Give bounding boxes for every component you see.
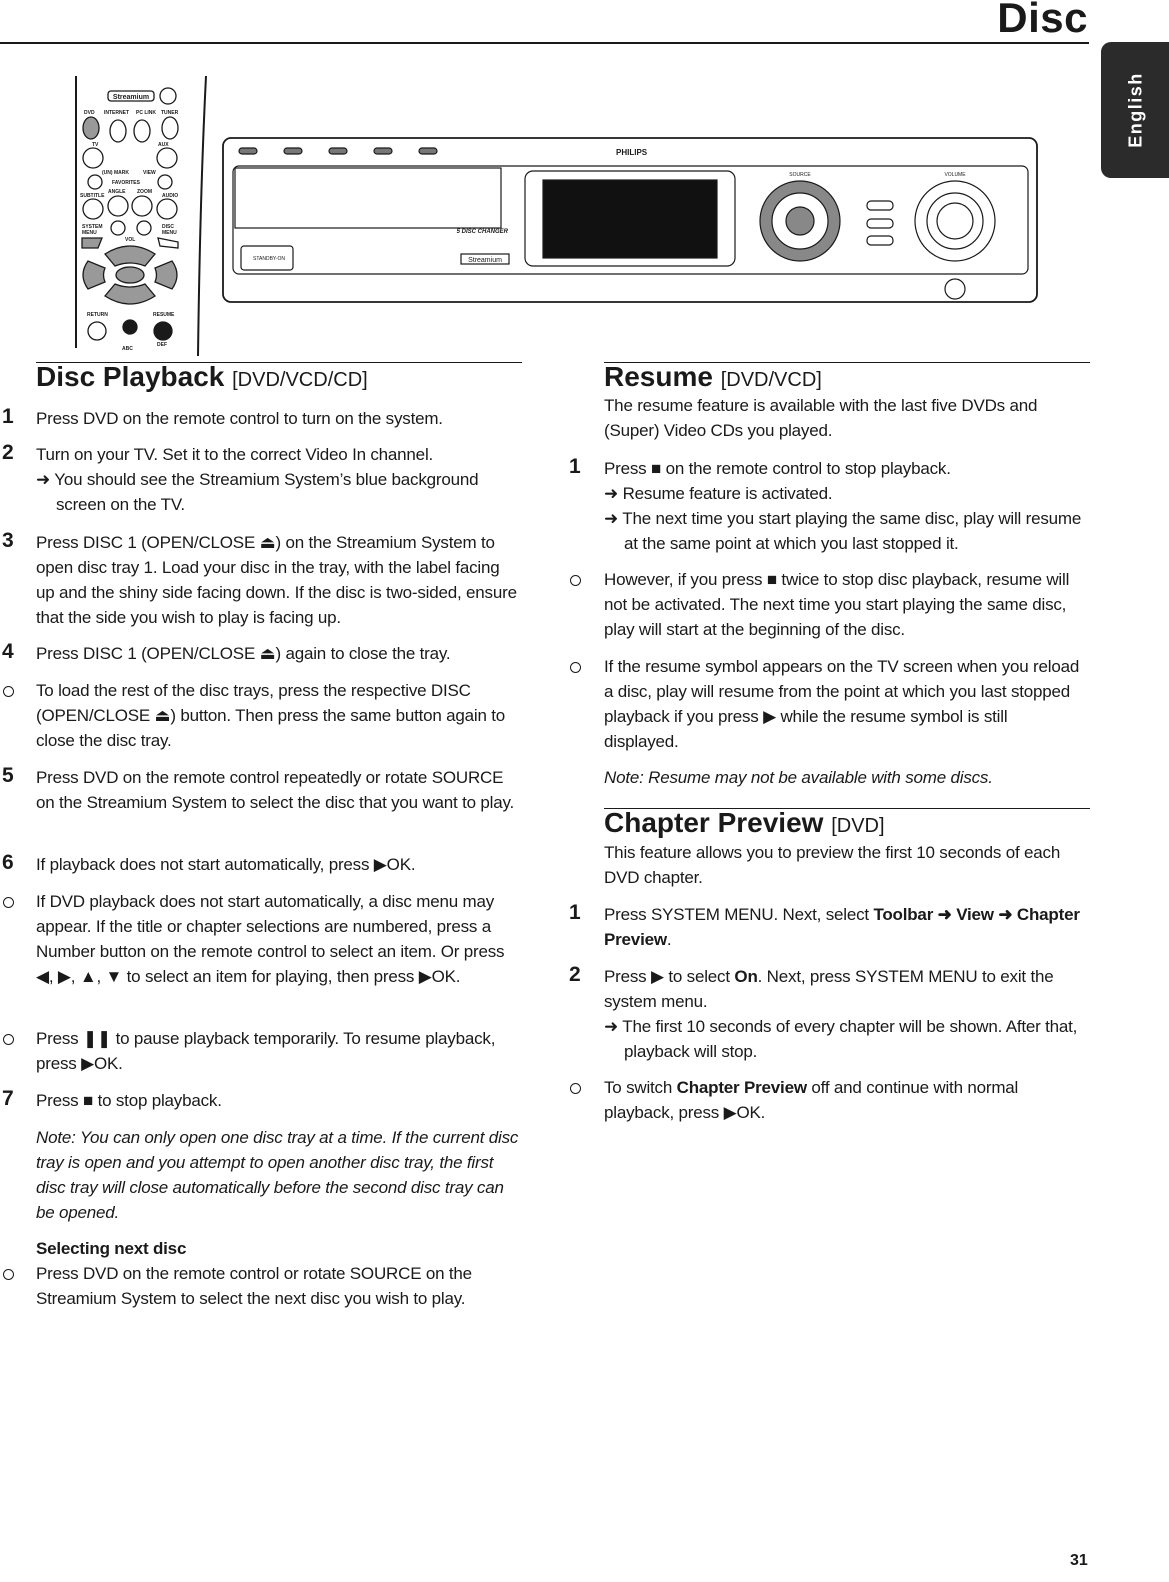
step-number: 7 [2,1087,14,1110]
step-4-text: Press DISC 1 (OPEN/CLOSE ⏏) again to clo… [36,644,451,663]
svg-text:(UN) MARK: (UN) MARK [102,170,129,176]
svg-text:MENU: MENU [82,230,97,236]
subheading: Selecting next disc [36,1239,187,1258]
page-title: Disc [997,0,1088,41]
svg-text:DVD: DVD [84,110,95,116]
step-text: Press ▶ to select [604,967,735,986]
step-number: 5 [2,764,14,787]
intro-text: The resume feature is available with the… [604,396,1038,440]
step-3-text: Press DISC 1 (OPEN/CLOSE ⏏) on the Strea… [36,533,517,627]
disc-playback-heading: Disc Playback [DVD/VCD/CD] [36,361,368,393]
step-number: 1 [569,901,581,924]
heading-text: Resume [604,361,713,392]
svg-text:SUBTITLE: SUBTITLE [80,193,105,199]
feature-name: Chapter Preview [676,1078,807,1097]
svg-text:Streamium: Streamium [113,94,149,101]
result-text: ➜ Resume feature is activated. [604,484,833,503]
svg-text:FAVORITES: FAVORITES [112,180,141,186]
svg-text:VIEW: VIEW [143,170,156,176]
step-text: Press SYSTEM MENU. Next, select [604,905,874,924]
svg-text:ABC: ABC [122,346,133,352]
svg-text:MENU: MENU [162,230,177,236]
step-number: 1 [569,455,581,478]
tip-text: To load the rest of the disc trays, pres… [36,681,506,750]
tip-text-part: To switch [604,1078,677,1097]
step-number: 4 [2,640,14,663]
step-6-text: If playback does not start automatically… [36,855,416,874]
tip-text: To switch Chapter Preview off and contin… [604,1075,1044,1125]
chapter-step-2: Press ▶ to select On. Next, press SYSTEM… [604,964,1084,1064]
heading-tag: [DVD] [831,815,885,837]
heading-text: Chapter Preview [604,807,824,838]
svg-text:PHILIPS: PHILIPS [616,148,648,157]
bullet-icon [3,686,14,697]
bullet-icon [3,1269,14,1280]
heading-tag: [DVD/VCD] [720,369,822,391]
svg-text:VOL: VOL [125,237,135,243]
chapter-preview-heading: Chapter Preview [DVD] [604,807,885,839]
svg-text:AUDIO: AUDIO [162,193,178,199]
result-text: ➜ The first 10 seconds of every chapter … [604,1017,1078,1061]
remote-control-illustration: Streamium DVD INTERNET PC LINK TUNER TV AUX (U… [75,76,207,356]
svg-text:PC LINK: PC LINK [136,110,156,116]
heading-tag: [DVD/VCD/CD] [232,369,368,391]
svg-text:RETURN: RETURN [87,312,108,318]
tip-text: Press ❚❚ to pause playback temporarily. … [36,1029,496,1073]
step-1-text: Press DVD on the remote control to turn … [36,409,443,428]
step-number: 1 [2,405,14,428]
language-tab: English [1101,42,1169,178]
step-number: 3 [2,529,14,552]
result-text: ➜ The next time you start playing the sa… [604,509,1082,553]
page-number: 31 [1070,1552,1088,1569]
step-2-text: Turn on your TV. Set it to the correct V… [36,445,434,464]
svg-text:ANGLE: ANGLE [108,189,126,195]
step-number: 2 [569,963,581,986]
bullet-icon [3,1034,14,1045]
svg-text:TV: TV [92,142,99,148]
svg-text:DEF: DEF [157,342,167,348]
svg-text:INTERNET: INTERNET [104,110,129,116]
tip-text: If DVD playback does not start automatic… [36,892,505,986]
step-number: 2 [2,441,14,464]
tip-text: However, if you press ■ twice to stop di… [604,570,1070,639]
note-text: Note: You can only open one disc tray at… [36,1128,519,1222]
step-text: Press ■ on the remote control to stop pl… [604,459,951,478]
bullet-icon [3,897,14,908]
result-text: ➜ You should see the Streamium System’s … [36,470,479,514]
volume-label: VOLUME [944,172,966,178]
svg-text:5 DISC CHANGER: 5 DISC CHANGER [457,229,509,235]
language-tab-label: English [1125,72,1146,148]
svg-text:ZOOM: ZOOM [137,189,152,195]
bullet-icon [570,575,581,586]
option-name: On [734,967,758,986]
note-text: Note: Resume may not be available with s… [604,768,993,787]
step-2: Turn on your TV. Set it to the correct V… [36,442,522,517]
intro-text: This feature allows you to preview the f… [604,843,1061,887]
svg-text:RESUME: RESUME [153,312,175,318]
svg-text:AUX: AUX [158,142,169,148]
bullet-icon [570,662,581,673]
source-label: SOURCE [789,172,811,178]
svg-text:TUNER: TUNER [161,110,179,116]
tip-text: If the resume symbol appears on the TV s… [604,657,1080,751]
streamium-device-illustration: PHILIPS 5 DISC CHANGER Streamium STANDBY… [222,137,1038,303]
step-5-text: Press DVD on the remote control repeated… [36,768,515,812]
chapter-step-1: Press SYSTEM MENU. Next, select Toolbar … [604,902,1084,952]
tip-text: Press DVD on the remote control or rotat… [36,1264,472,1308]
header-rule [0,42,1089,44]
step-number: 6 [2,851,14,874]
standby-on-label: STANDBY-ON [253,256,285,262]
bullet-icon [570,1083,581,1094]
resume-step-1: Press ■ on the remote control to stop pl… [604,456,1084,556]
svg-text:Streamium: Streamium [468,257,502,264]
step-text: . [666,930,672,949]
step-7-text: Press ■ to stop playback. [36,1091,222,1110]
resume-heading: Resume [DVD/VCD] [604,361,822,393]
manual-page: Disc English Streamium DVD INTERNET PC LIN… [0,0,1169,1582]
heading-text: Disc Playback [36,361,225,392]
